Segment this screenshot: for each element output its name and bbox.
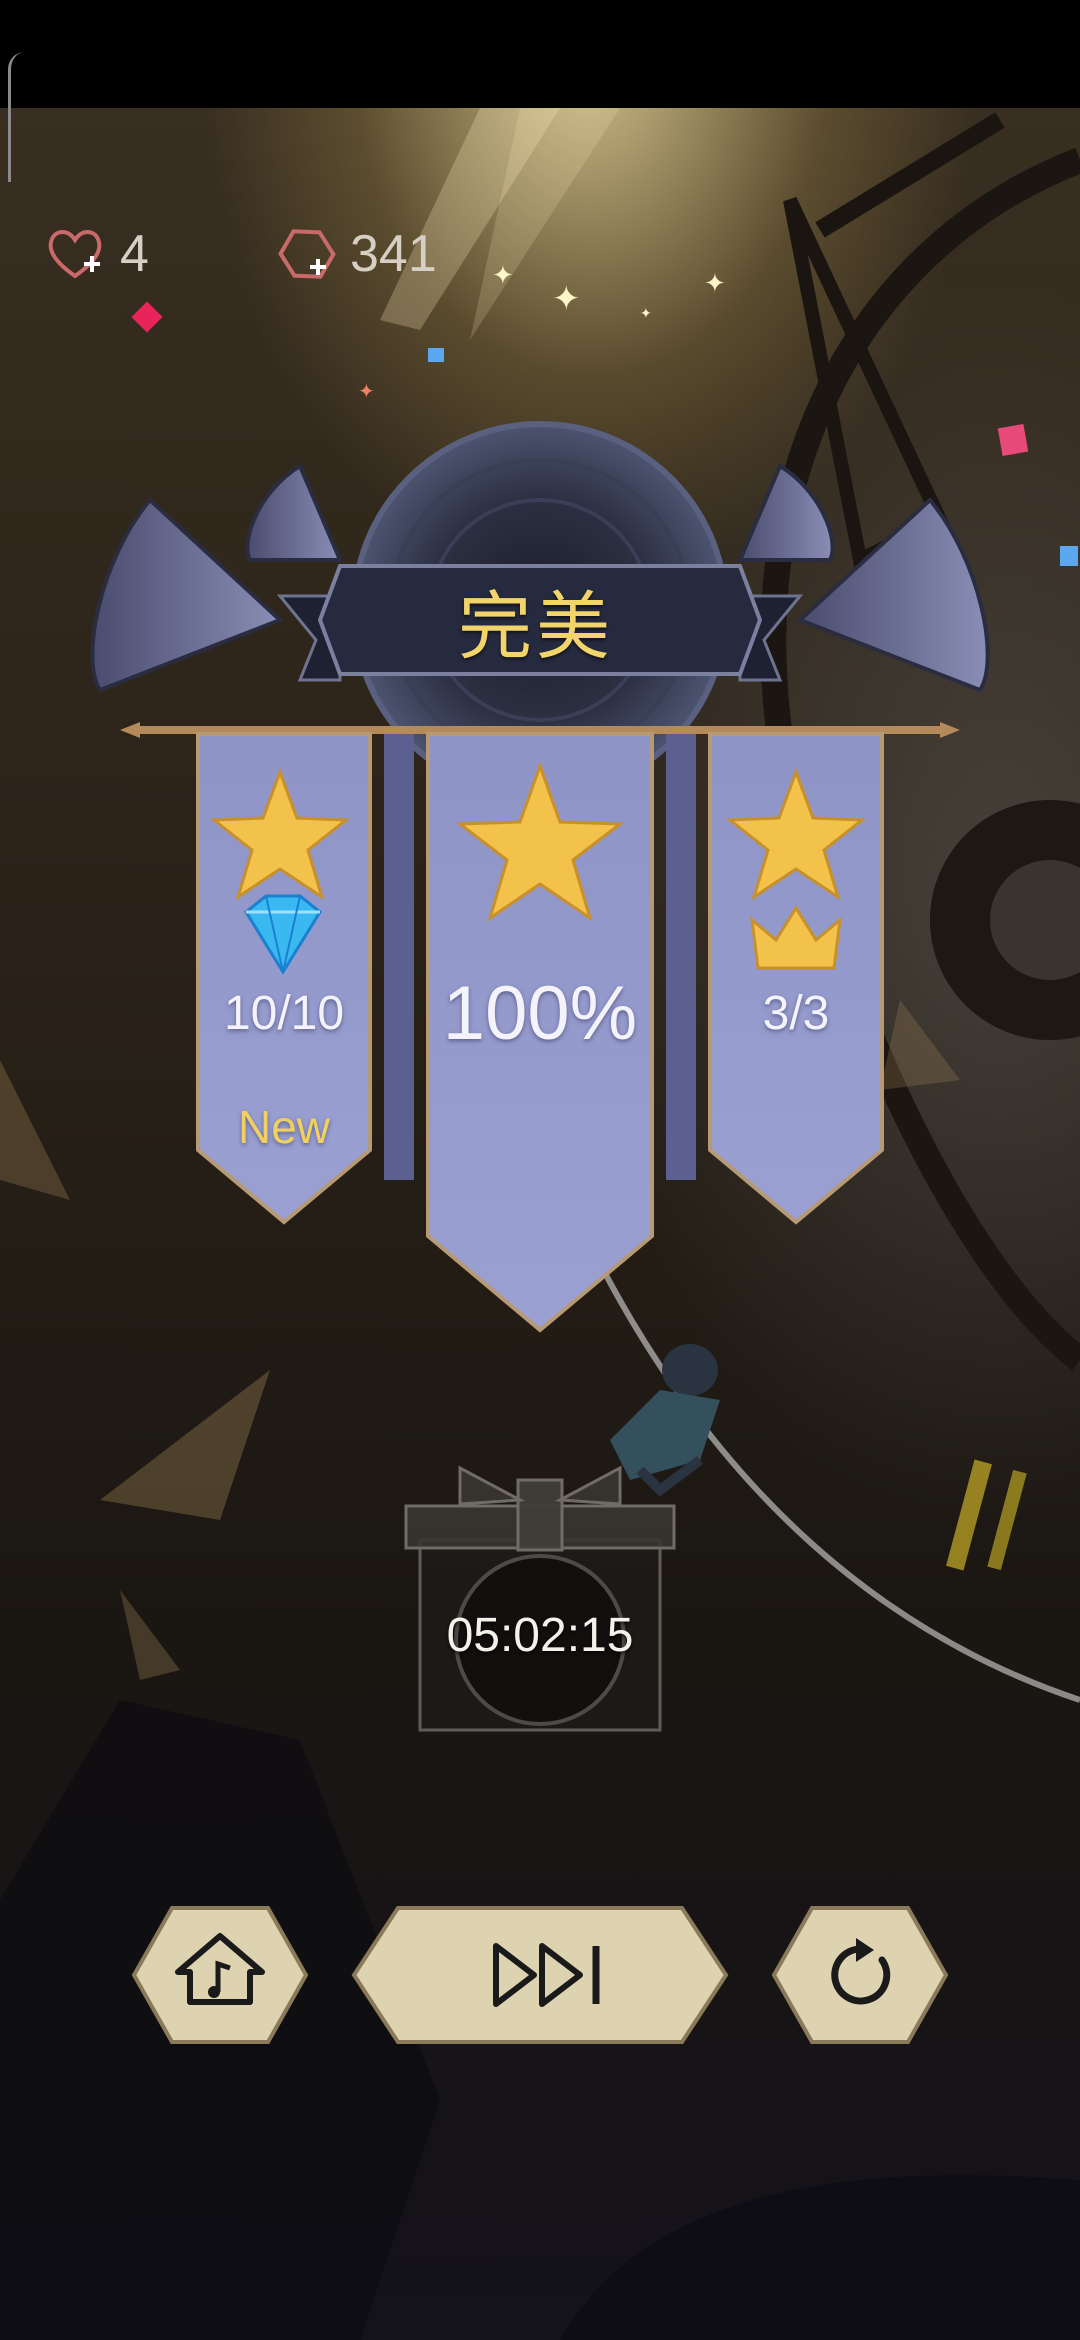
star-icon xyxy=(209,767,351,901)
retry-button[interactable] xyxy=(770,1904,950,2046)
reward-countdown: 05:02:15 xyxy=(446,1609,634,1662)
crown-icon xyxy=(750,905,842,970)
diamond-count: 10/10 xyxy=(223,987,345,1040)
next-button[interactable] xyxy=(350,1904,730,2046)
diamond-icon xyxy=(244,894,322,975)
new-badge: New xyxy=(237,1101,331,1153)
accuracy-percent: 100% xyxy=(442,971,638,1056)
crown-count: 3/3 xyxy=(762,987,830,1040)
star-icon xyxy=(455,761,625,922)
star-icon xyxy=(725,767,867,901)
home-button[interactable] xyxy=(130,1904,310,2046)
game-result-screen: ✦ ✦ ✦ ✦ ✦ 4 341 完美 10/10 New 100% 3/3 05… xyxy=(0,0,1080,2340)
